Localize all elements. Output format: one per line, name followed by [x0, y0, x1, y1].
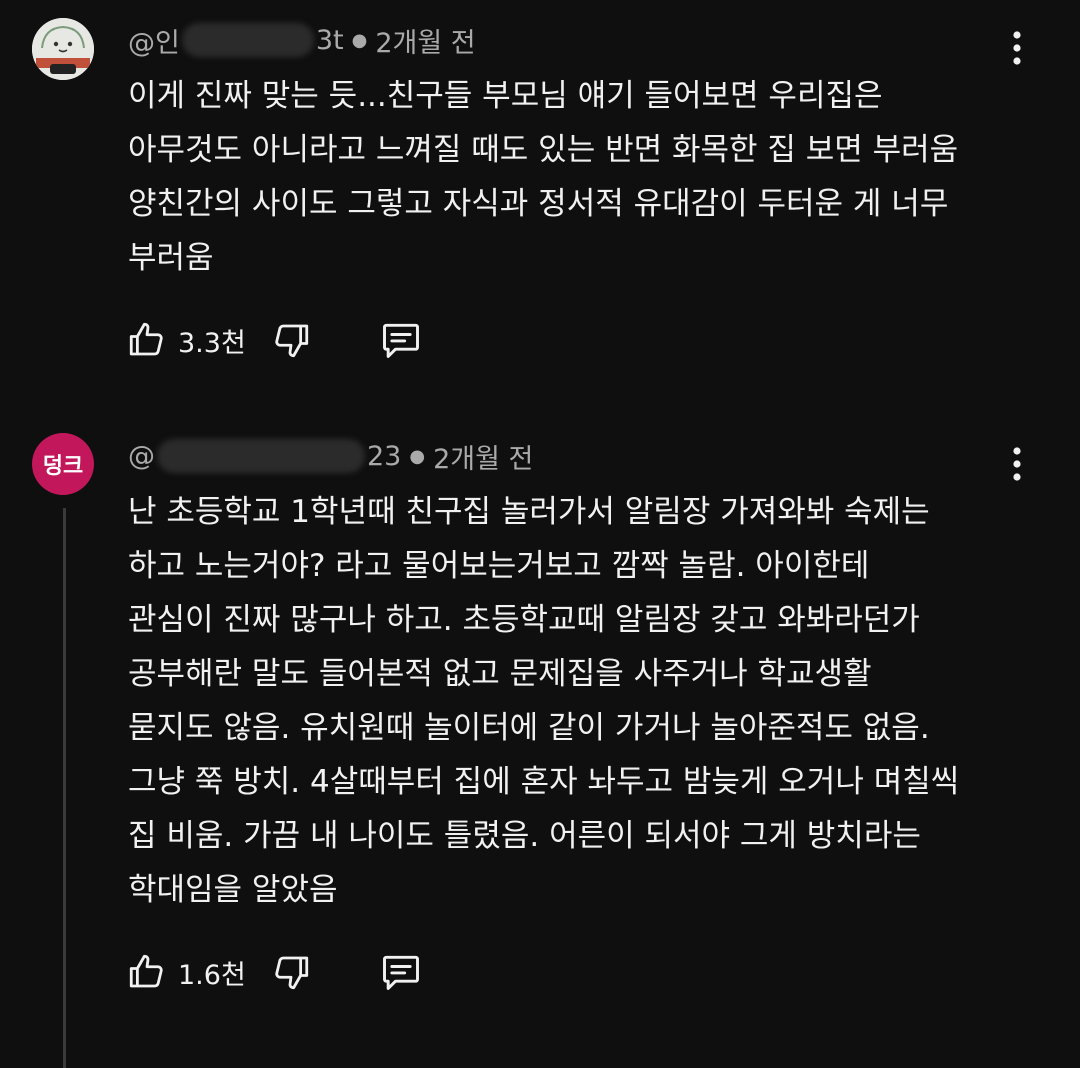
- comment-line: 그냥 쭉 방치. 4살때부터 집에 혼자 놔두고 밤늦게 오거나 며칠씩: [128, 764, 960, 800]
- redacted-handle: [157, 439, 365, 473]
- comment-text: 난 초등학교 1학년때 친구집 놀러가서 알림장 가져와봐 숙제는 하고 노는거…: [128, 485, 959, 917]
- author-handle-end[interactable]: 23: [367, 441, 401, 472]
- comment-line: 학대임을 알았음: [128, 872, 338, 908]
- comment-line: 난 초등학교 1학년때 친구집 놀러가서 알림장 가져와봐 숙제는: [128, 494, 930, 530]
- dislike-button[interactable]: [270, 319, 312, 361]
- thread-line: [63, 508, 66, 1068]
- more-vert-icon[interactable]: [1002, 26, 1032, 70]
- comment-line: 부러움: [128, 240, 214, 276]
- like-button[interactable]: 3.3천: [126, 319, 246, 361]
- like-button[interactable]: 1.6천: [126, 951, 246, 993]
- separator-dot: ●: [409, 445, 426, 467]
- comment-actions: 1.6천: [126, 948, 424, 996]
- comment-line: 하고 노는거야? 라고 물어보는거보고 깜짝 놀람. 아이한테: [128, 548, 870, 584]
- comment-line: 아무것도 아니라고 느껴질 때도 있는 반면 화목한 집 보면 부러움: [128, 132, 959, 168]
- avatar[interactable]: [32, 18, 94, 80]
- comment-header: @ 23 ● 2개월 전: [128, 436, 533, 476]
- comment-line: 양친간의 사이도 그렇고 자식과 정서적 유대감이 두터운 게 너무: [128, 186, 949, 222]
- comment-actions: 3.3천: [126, 316, 424, 364]
- comment-text: 이게 진짜 맞는 듯...친구들 부모님 얘기 들어보면 우리집은 아무것도 아…: [128, 69, 958, 285]
- reply-icon: [382, 955, 419, 990]
- reply-button[interactable]: [378, 318, 424, 362]
- comment-line: 관심이 진짜 많구나 하고. 초등학교때 알림장 갖고 와봐라던가: [128, 602, 920, 638]
- comment-line: 묻지도 않음. 유치원때 놀이터에 같이 가거나 놀아준적도 없음.: [128, 710, 930, 746]
- comment-line: 집 비움. 가끔 내 나이도 틀렸음. 어른이 되서야 그게 방치라는: [128, 818, 921, 854]
- author-handle[interactable]: @: [128, 441, 155, 472]
- thumb-up-icon: [129, 954, 163, 988]
- separator-dot: ●: [351, 29, 368, 51]
- comment-time[interactable]: 2개월 전: [433, 437, 533, 476]
- thumb-down-icon: [275, 956, 308, 990]
- thumb-up-icon: [129, 322, 163, 356]
- reply-icon: [382, 323, 419, 358]
- avatar-image: [32, 18, 94, 80]
- comment-line: 공부해란 말도 들어본적 없고 문제집을 사주거나 학교생활: [128, 656, 872, 692]
- thumb-down-icon: [275, 324, 308, 358]
- avatar-letter: 덩크: [42, 454, 84, 479]
- dislike-button[interactable]: [270, 951, 312, 993]
- avatar[interactable]: 덩크: [32, 433, 94, 495]
- like-count: 3.3천: [178, 327, 246, 359]
- author-handle[interactable]: @인: [128, 21, 180, 60]
- comment-2: 덩크 @ 23 ● 2개월 전 난 초등학교 1학년때 친구집 놀러가서 알림장…: [0, 400, 1080, 1068]
- comment-line: 이게 진짜 맞는 듯...친구들 부모님 얘기 들어보면 우리집은: [128, 78, 883, 114]
- comment-1: @인 3t ● 2개월 전 이게 진짜 맞는 듯...친구들 부모님 얘기 들어…: [0, 0, 1080, 400]
- comment-time[interactable]: 2개월 전: [375, 21, 475, 60]
- reply-button[interactable]: [378, 950, 424, 994]
- comment-header: @인 3t ● 2개월 전: [128, 20, 476, 60]
- more-vert-icon[interactable]: [1002, 442, 1032, 486]
- like-count: 1.6천: [178, 959, 246, 991]
- redacted-handle: [181, 23, 314, 57]
- author-handle-end[interactable]: 3t: [316, 25, 344, 56]
